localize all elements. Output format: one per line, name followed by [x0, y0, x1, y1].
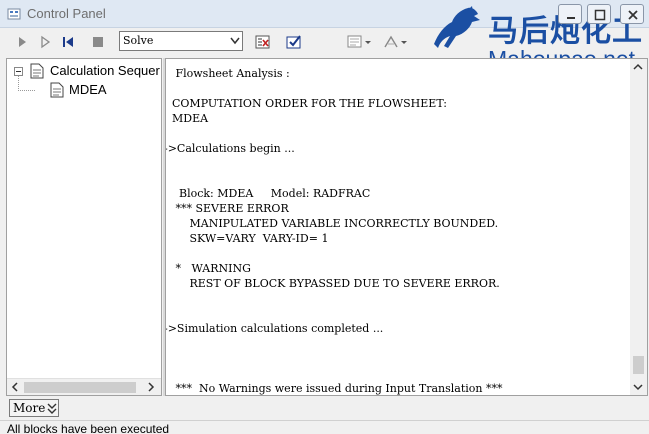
stop-icon[interactable]: [89, 33, 107, 51]
horizontal-scroll-thumb[interactable]: [24, 382, 136, 393]
minimize-icon: [567, 17, 575, 19]
calculation-tree: Calculation Sequer MDEA: [6, 58, 162, 396]
more-button[interactable]: More: [9, 399, 59, 417]
output-log: Flowsheet Analysis : COMPUTATION ORDER FO…: [166, 59, 632, 395]
control-panel-icon: [7, 8, 21, 20]
filter-icon[interactable]: [382, 33, 400, 51]
block-document-icon: [50, 82, 64, 98]
log-line: ->Calculations begin ...: [166, 142, 295, 155]
log-line: SKW=VARY VARY-ID= 1: [172, 232, 329, 245]
close-icon: [628, 10, 638, 20]
run-icon[interactable]: [13, 33, 31, 51]
output-log-pane: Flowsheet Analysis : COMPUTATION ORDER FO…: [165, 58, 648, 396]
step-icon[interactable]: [36, 33, 54, 51]
tree-item-mdea[interactable]: MDEA: [69, 82, 107, 100]
close-button[interactable]: [620, 4, 644, 24]
status-bar: All blocks have been executed: [0, 420, 649, 434]
reinitialize-icon[interactable]: [59, 33, 77, 51]
double-chevron-down-icon: [47, 403, 57, 414]
filter-dropdown-icon[interactable]: [400, 33, 408, 51]
window-title: Control Panel: [27, 6, 106, 21]
tree-item-calculation-sequence[interactable]: Calculation Sequer: [50, 63, 160, 81]
log-line: REST OF BLOCK BYPASSED DUE TO SEVERE ERR…: [172, 277, 500, 290]
run-mode-value: Solve: [123, 34, 154, 47]
log-line: * WARNING: [172, 262, 251, 275]
log-line: *** SEVERE ERROR: [172, 202, 289, 215]
chevron-down-icon: [230, 37, 240, 45]
horizontal-scrollbar[interactable]: [7, 378, 161, 395]
log-line: ->Simulation calculations completed ...: [166, 322, 384, 335]
log-line: Flowsheet Analysis :: [172, 67, 290, 80]
vertical-scroll-thumb[interactable]: [633, 356, 644, 374]
view-options-dropdown-icon[interactable]: [364, 33, 372, 51]
vertical-scrollbar[interactable]: [630, 59, 647, 395]
scroll-right-icon[interactable]: [147, 382, 155, 392]
log-line: MANIPULATED VARIABLE INCORRECTLY BOUNDED…: [172, 217, 499, 230]
log-line: MDEA: [172, 112, 209, 125]
maximize-button[interactable]: [587, 4, 611, 24]
tree-connector: [18, 76, 35, 91]
maximize-icon: [594, 9, 606, 21]
run-mode-select[interactable]: Solve: [119, 31, 243, 51]
collapse-icon[interactable]: [14, 67, 23, 76]
check-results-icon[interactable]: [254, 33, 272, 51]
scroll-left-icon[interactable]: [11, 382, 19, 392]
log-line: COMPUTATION ORDER FOR THE FLOWSHEET:: [172, 97, 447, 110]
log-line: Block: MDEA Model: RADFRAC: [172, 187, 371, 200]
log-line: *** No Warnings were issued during Input…: [172, 382, 503, 395]
view-options-icon[interactable]: [346, 33, 364, 51]
minimize-button[interactable]: [558, 4, 582, 24]
validate-icon[interactable]: [285, 33, 303, 51]
more-button-label: More: [13, 401, 46, 415]
status-text: All blocks have been executed: [7, 422, 170, 434]
toolbar: [0, 29, 649, 56]
scroll-down-icon[interactable]: [633, 383, 643, 391]
scroll-up-icon[interactable]: [633, 63, 643, 71]
